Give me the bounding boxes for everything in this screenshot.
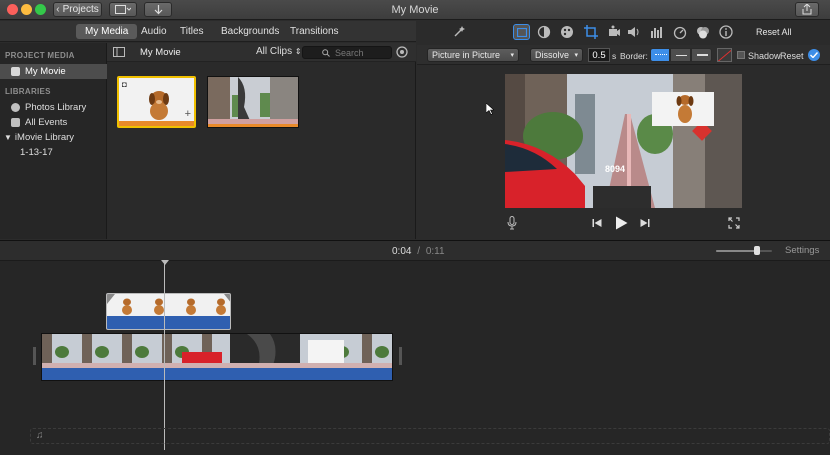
street-scene-frame: 8094	[505, 74, 742, 208]
main-filmstrip	[42, 334, 392, 368]
border-style-thin-button[interactable]	[670, 48, 691, 62]
video-preview[interactable]: 8094	[505, 74, 742, 208]
pip-filmstrip	[107, 294, 230, 316]
timeline-settings-button[interactable]: Settings	[785, 245, 819, 256]
media-clip-street[interactable]	[207, 76, 299, 128]
trim-handle-left[interactable]	[33, 347, 36, 365]
sidebar-item-photos-library[interactable]: Photos Library	[0, 100, 107, 115]
music-note-icon: ♫	[36, 430, 44, 441]
total-time: 0:11	[425, 246, 445, 257]
overlay-settings-bar: Picture in Picture ▾ Dissolve ▾ 0.5 s Bo…	[417, 45, 830, 65]
microphone-icon[interactable]	[507, 216, 517, 230]
overlay-mode-select[interactable]: Picture in Picture ▾	[427, 48, 519, 62]
apply-checkmark-button[interactable]	[808, 49, 820, 61]
sidebar-item-my-movie[interactable]: My Movie	[0, 64, 107, 79]
color-balance-icon[interactable]	[537, 25, 551, 39]
sidebar-item-imovie-library[interactable]: ▼ iMovie Library	[0, 130, 107, 145]
border-label: Border:	[620, 51, 648, 61]
magic-wand-icon[interactable]	[452, 25, 466, 39]
shadow-checkbox[interactable]	[737, 51, 745, 59]
tab-my-media[interactable]: My Media	[76, 24, 138, 39]
stabilization-icon[interactable]	[607, 25, 621, 39]
add-to-movie-icon[interactable]: +	[185, 108, 191, 120]
video-filter-icon[interactable]	[696, 25, 710, 39]
search-icon	[322, 49, 330, 57]
photos-icon	[11, 103, 20, 112]
zoom-slider-knob[interactable]	[754, 246, 761, 255]
music-track-lane[interactable]: ♫	[30, 428, 830, 444]
browser-toolbar: My Movie All Clips ⇕ Search	[107, 43, 416, 62]
checkmark-icon	[810, 52, 818, 58]
timeline-header: 0:04 / 0:11 Settings	[0, 241, 830, 261]
search-input[interactable]: Search	[302, 46, 392, 59]
disclosure-triangle-icon[interactable]: ▼	[4, 133, 12, 142]
share-icon	[802, 4, 812, 15]
playhead[interactable]	[164, 262, 165, 450]
mouse-cursor-icon	[486, 103, 494, 115]
tab-audio[interactable]: Audio	[132, 24, 176, 39]
timecode: 0:04 / 0:11	[392, 246, 445, 257]
main-video-clip[interactable]	[41, 333, 393, 381]
reset-all-button[interactable]: Reset All	[756, 27, 792, 37]
chevron-down-icon: ▾	[574, 52, 578, 59]
video-overlay-button[interactable]	[513, 24, 530, 40]
play-icon[interactable]	[615, 216, 628, 230]
volume-icon[interactable]	[627, 25, 641, 39]
chevron-down-icon: ▾	[510, 52, 514, 59]
transition-select[interactable]: Dissolve ▾	[530, 48, 583, 62]
info-icon[interactable]	[719, 25, 733, 39]
color-correction-icon[interactable]	[560, 25, 574, 39]
libraries-header: LIBRARIES	[5, 87, 51, 96]
puppy-thumbnail	[119, 78, 194, 126]
border-style-none-button[interactable]	[650, 48, 670, 62]
border-style-thick-button[interactable]	[691, 48, 712, 62]
sidebar-toggle-icon[interactable]	[113, 47, 125, 57]
pip-overlay-clip[interactable]	[106, 293, 231, 330]
zoom-slider-fill	[716, 250, 758, 252]
project-media-header: PROJECT MEDIA	[5, 51, 75, 60]
tab-titles[interactable]: Titles	[171, 24, 213, 39]
camera-icon: ◘	[122, 80, 127, 89]
speed-icon[interactable]	[673, 25, 687, 39]
current-time: 0:04	[392, 246, 412, 257]
thick-line-icon	[697, 54, 708, 56]
media-browser: My Movie All Clips ⇕ Search ◘ +	[107, 43, 416, 239]
film-icon	[11, 67, 20, 76]
media-tabs: My Media Audio Titles Backgrounds Transi…	[0, 21, 416, 42]
dotted-line-icon	[655, 54, 667, 55]
license-plate-text: 8094	[605, 164, 625, 174]
zoom-slider-track[interactable]	[716, 250, 772, 252]
libraries-sidebar: PROJECT MEDIA My Movie LIBRARIES Photos …	[0, 43, 107, 239]
street-thumbnail	[208, 77, 298, 127]
trim-handle-right[interactable]	[399, 347, 402, 365]
thin-line-icon	[676, 55, 687, 56]
sidebar-item-all-events[interactable]: All Events	[0, 115, 107, 130]
playhead-marker[interactable]	[161, 260, 169, 265]
tab-backgrounds[interactable]: Backgrounds	[212, 24, 288, 39]
title-bar: ‹ Projects My Movie	[0, 0, 830, 20]
gear-icon[interactable]	[396, 46, 408, 58]
crop-icon[interactable]	[584, 25, 598, 39]
equalizer-icon[interactable]	[650, 25, 664, 39]
browser-title: My Movie	[140, 47, 181, 58]
skip-forward-icon[interactable]	[640, 218, 650, 228]
fullscreen-expand-icon[interactable]	[728, 217, 740, 229]
sidebar-item-event[interactable]: 1-13-17	[0, 145, 107, 160]
duration-unit: s	[612, 51, 617, 61]
media-clip-puppy[interactable]: ◘ +	[117, 76, 196, 128]
no-color-slash-icon	[718, 49, 731, 61]
tab-transitions[interactable]: Transitions	[281, 24, 348, 39]
shadow-label: Shadow	[748, 51, 781, 61]
star-icon	[11, 118, 20, 127]
skip-back-icon[interactable]	[592, 218, 602, 228]
reset-button[interactable]: Reset	[780, 51, 804, 61]
updown-chevron-icon: ⇕	[294, 47, 302, 56]
border-color-swatch[interactable]	[717, 48, 732, 62]
window-title: My Movie	[391, 4, 439, 16]
clip-filter-select[interactable]: All Clips ⇕	[256, 46, 302, 57]
overlay-icon	[517, 28, 527, 37]
share-button[interactable]	[795, 2, 819, 17]
duration-input[interactable]: 0.5	[588, 48, 610, 62]
